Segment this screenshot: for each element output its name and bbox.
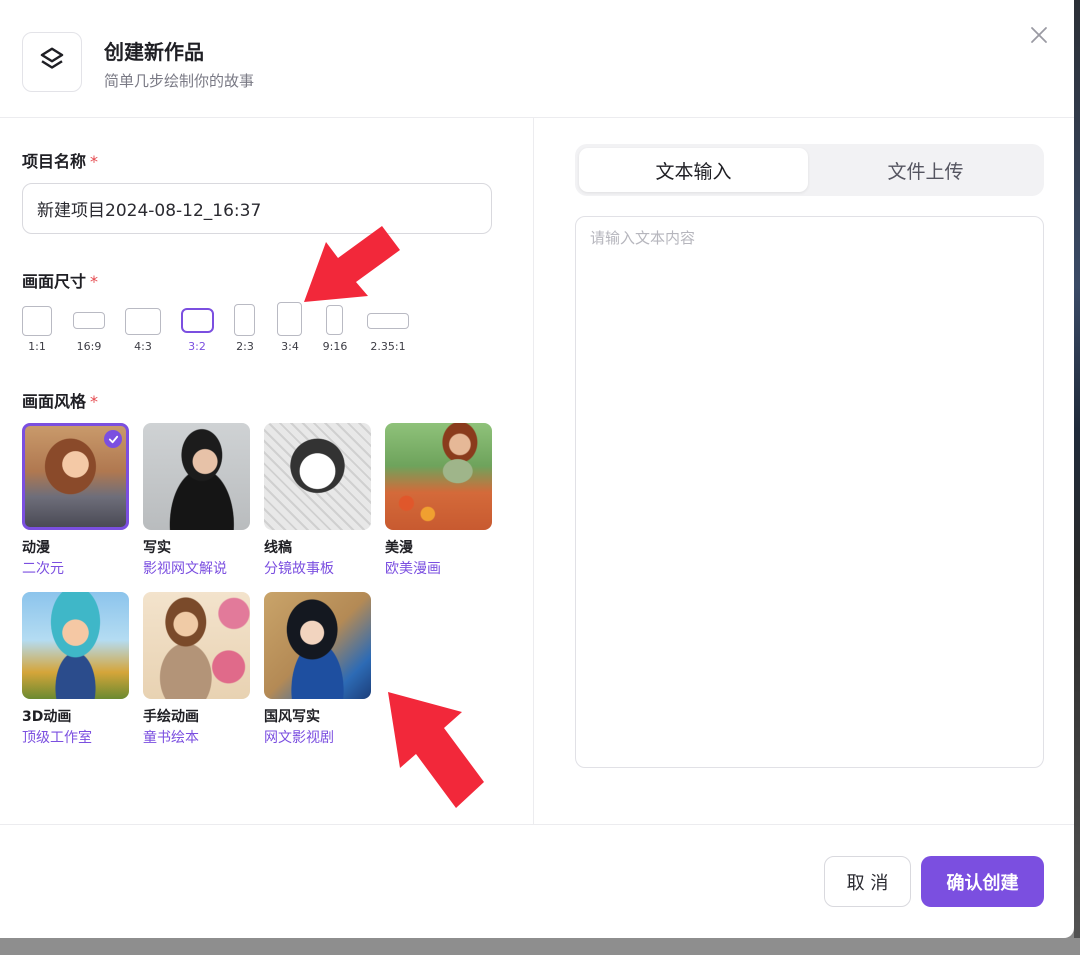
style-thumbnail-lineart [264, 423, 371, 530]
tab-file-upload[interactable]: 文件上传 [811, 148, 1040, 192]
ratio-option-label: 16:9 [76, 340, 102, 353]
dialog-subtitle: 简单几步绘制你的故事 [104, 72, 255, 90]
dialog-title: 创建新作品 [104, 40, 204, 64]
style-name: 国风写实 [264, 709, 320, 725]
close-icon [1029, 25, 1049, 49]
close-button[interactable] [1024, 22, 1054, 52]
text-content-input[interactable] [575, 216, 1044, 768]
footer-divider [0, 824, 1074, 825]
ratio-option-label: 3:2 [188, 340, 206, 353]
ratio-label: 画面尺寸 * [22, 268, 98, 292]
style-thumbnail-realistic [143, 423, 250, 530]
style-name: 动漫 [22, 540, 50, 556]
project-name-label-text: 项目名称 [22, 152, 87, 171]
backdrop-right-edge [1074, 0, 1080, 955]
backdrop-bottom-edge [0, 938, 1080, 955]
ratio-option-label: 2:3 [236, 340, 254, 353]
confirm-create-button[interactable]: 确认创建 [921, 856, 1044, 907]
style-name: 3D动画 [22, 709, 72, 725]
style-desc: 网文影视剧 [264, 730, 334, 746]
annotation-arrow-top [304, 226, 400, 302]
ratio-option-label: 1:1 [28, 340, 46, 353]
style-thumbnail-hand-drawn [143, 592, 250, 699]
cancel-button[interactable]: 取 消 [824, 856, 911, 907]
annotation-arrow-bottom [388, 692, 484, 808]
required-mark: * [90, 152, 99, 171]
column-divider [533, 118, 534, 824]
ratio-option-label: 3:4 [281, 340, 299, 353]
ratio-option-label: 2.35:1 [370, 340, 406, 353]
dialog-header: 创建新作品 简单几步绘制你的故事 [0, 0, 1074, 118]
style-label-text: 画面风格 [22, 392, 87, 411]
checkmark-icon [104, 430, 122, 448]
style-thumbnail-american-comic [385, 423, 492, 530]
ratio-option-label: 4:3 [134, 340, 152, 353]
style-desc: 二次元 [22, 561, 64, 577]
project-name-input[interactable] [22, 183, 492, 234]
project-name-label: 项目名称 * [22, 148, 98, 172]
style-thumbnail-guofeng-realistic [264, 592, 371, 699]
ratio-label-text: 画面尺寸 [22, 272, 87, 291]
style-thumbnail-3d-animation [22, 592, 129, 699]
layers-icon [37, 45, 67, 79]
style-desc: 欧美漫画 [385, 561, 441, 577]
create-work-dialog: 创建新作品 简单几步绘制你的故事 项目名称* 画面尺寸* 1:1 16:9 4:… [0, 0, 1074, 938]
ratio-option-label: 9:16 [322, 340, 348, 353]
style-label: 画面风格 * [22, 388, 98, 412]
style-name: 线稿 [264, 540, 292, 556]
logo-box [22, 32, 82, 92]
style-desc: 童书绘本 [143, 730, 199, 746]
style-thumbnail-anime [22, 423, 129, 530]
style-desc: 影视网文解说 [143, 561, 227, 577]
style-desc: 分镜故事板 [264, 561, 334, 577]
style-name: 手绘动画 [143, 709, 199, 725]
style-desc: 顶级工作室 [22, 730, 92, 746]
required-mark: * [90, 392, 99, 411]
style-name: 写实 [143, 540, 171, 556]
style-name: 美漫 [385, 540, 413, 556]
input-mode-tabs: 文本输入 文件上传 [575, 144, 1044, 196]
required-mark: * [90, 272, 99, 291]
tab-text-input[interactable]: 文本输入 [579, 148, 808, 192]
